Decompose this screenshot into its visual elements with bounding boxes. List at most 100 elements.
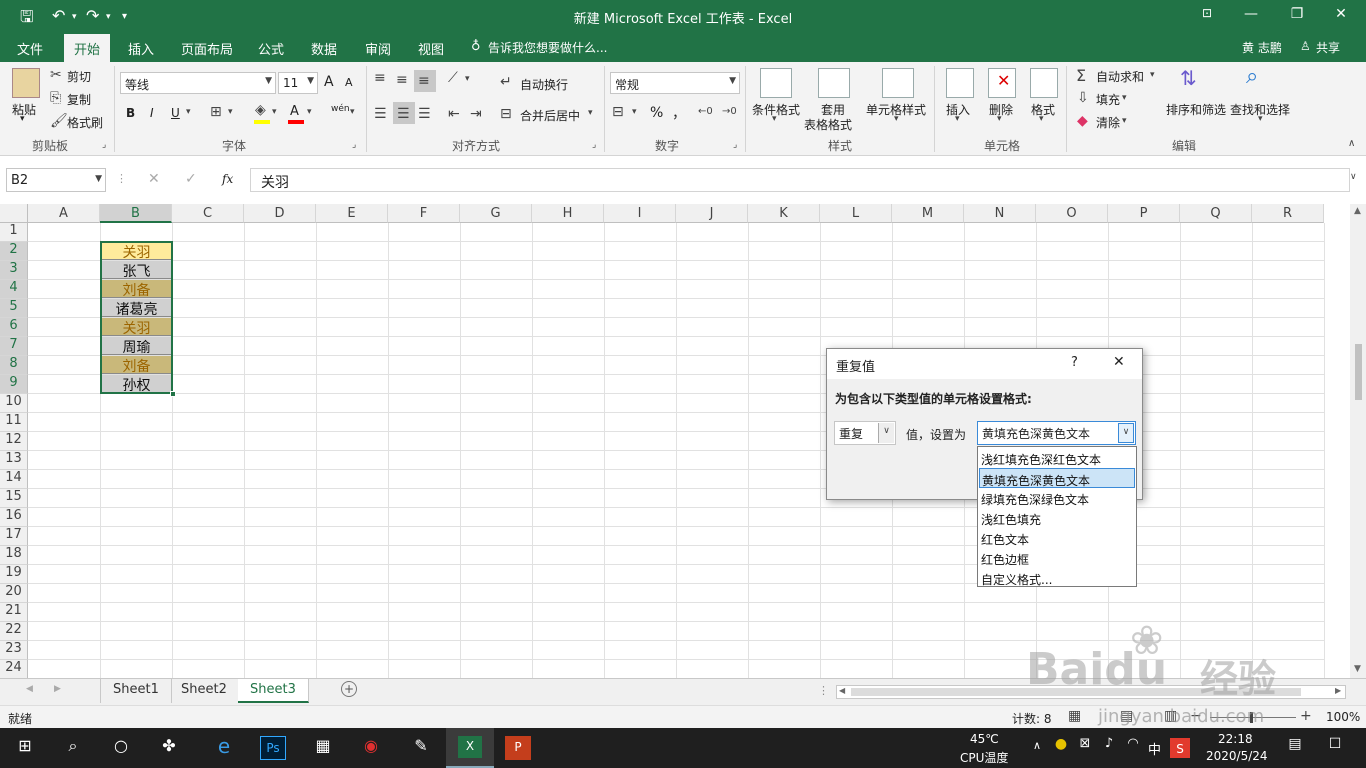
chevron-down-icon[interactable]: ▾ xyxy=(1258,114,1263,124)
chevron-down-icon[interactable]: ▾ xyxy=(1039,114,1044,124)
increase-indent-icon[interactable]: ⇥ xyxy=(470,106,482,122)
column-header-n[interactable]: N xyxy=(964,204,1036,223)
row-header-17[interactable]: 17 xyxy=(0,527,28,546)
cell-b5[interactable]: 诸葛亮 xyxy=(101,299,172,318)
delete-cells-icon[interactable]: ✕ xyxy=(988,68,1016,98)
align-left-icon[interactable]: ☰ xyxy=(374,106,387,122)
row-header-9[interactable]: 9 xyxy=(0,375,28,394)
tab-formulas[interactable]: 公式 xyxy=(258,39,284,58)
borders-icon[interactable]: ⊞ xyxy=(210,104,222,120)
duplicate-type-select[interactable]: 重复 ∨ xyxy=(834,421,896,445)
format-style-select[interactable]: 黄填充色深黄色文本 ∨ xyxy=(977,421,1136,445)
fan-app-icon[interactable]: ✤ xyxy=(156,736,182,760)
chevron-down-icon[interactable]: ▾ xyxy=(955,114,960,124)
close-window-button[interactable]: ✕ xyxy=(1326,6,1356,22)
underline-button[interactable]: U xyxy=(171,106,180,120)
chevron-down-icon[interactable]: ▾ xyxy=(588,108,593,118)
row-header-19[interactable]: 19 xyxy=(0,565,28,584)
row-header-3[interactable]: 3 xyxy=(0,261,28,280)
number-format-combo[interactable]: 常规 ▼ xyxy=(610,72,740,94)
row-header-24[interactable]: 24 xyxy=(0,660,28,679)
cpu-temp-label[interactable]: CPU温度 xyxy=(960,749,1008,766)
paint-app-icon[interactable]: ✎ xyxy=(408,736,434,760)
chevron-down-icon[interactable]: ▾ xyxy=(186,107,191,117)
chevron-down-icon[interactable]: ▾ xyxy=(465,74,470,84)
tray-network-app-icon[interactable]: ⊠ xyxy=(1072,736,1098,760)
zoom-level[interactable]: 100% xyxy=(1326,710,1360,724)
ime-indicator[interactable]: 中 xyxy=(1148,739,1161,758)
calculator-icon[interactable]: ▦ xyxy=(310,736,336,760)
vertical-scrollbar[interactable]: ▲ ▼ xyxy=(1350,204,1366,678)
number-launcher-icon[interactable]: ⌟ xyxy=(733,140,737,150)
align-right-icon[interactable]: ☰ xyxy=(418,106,431,122)
cell-b6[interactable]: 关羽 xyxy=(101,318,172,337)
column-header-h[interactable]: H xyxy=(532,204,604,223)
paste-icon[interactable] xyxy=(12,68,40,98)
insert-function-button[interactable]: fx xyxy=(222,172,233,186)
weather-temp[interactable]: 45℃ xyxy=(970,732,999,746)
row-header-12[interactable]: 12 xyxy=(0,432,28,451)
comma-button[interactable]: ， xyxy=(672,103,686,123)
row-header-7[interactable]: 7 xyxy=(0,337,28,356)
user-name[interactable]: 黄 志鹏 xyxy=(1242,39,1282,56)
dropdown-option[interactable]: 浅红色填充 xyxy=(979,508,1135,528)
chevron-down-icon[interactable]: ▾ xyxy=(272,107,277,117)
wifi-icon[interactable]: ◠ xyxy=(1120,736,1146,760)
dropdown-option-selected[interactable]: 黄填充色深黄色文本 xyxy=(979,468,1135,488)
row-header-21[interactable]: 21 xyxy=(0,603,28,622)
italic-button[interactable]: I xyxy=(150,106,154,120)
column-header-e[interactable]: E xyxy=(316,204,388,223)
row-header-18[interactable]: 18 xyxy=(0,546,28,565)
tab-home[interactable]: 开始 xyxy=(64,34,111,62)
column-header-q[interactable]: Q xyxy=(1180,204,1252,223)
wrap-text-button[interactable]: 自动换行 xyxy=(520,76,568,93)
cell-b8[interactable]: 刘备 xyxy=(101,356,172,375)
cell-b4[interactable]: 刘备 xyxy=(101,280,172,299)
clipboard-launcher-icon[interactable]: ⌟ xyxy=(102,140,106,150)
copy-button[interactable]: 复制 xyxy=(67,91,91,108)
new-sheet-icon[interactable]: + xyxy=(341,681,357,697)
column-header-p[interactable]: P xyxy=(1108,204,1180,223)
edge-browser-icon[interactable]: e xyxy=(211,734,237,758)
format-as-table-button-2[interactable]: 表格格式 xyxy=(804,116,852,133)
clock-time[interactable]: 22:18 xyxy=(1218,732,1253,746)
ribbon-display-icon[interactable]: ⊡ xyxy=(1192,6,1222,20)
maximize-button[interactable]: ❐ xyxy=(1282,6,1312,22)
minimize-button[interactable]: — xyxy=(1236,6,1266,22)
row-header-15[interactable]: 15 xyxy=(0,489,28,508)
chevron-down-icon[interactable]: ▾ xyxy=(632,107,637,117)
cell-b2[interactable]: 关羽 xyxy=(101,242,172,261)
tab-file[interactable]: 文件 xyxy=(17,39,43,58)
orientation-icon[interactable]: ⟋ xyxy=(448,70,458,86)
fill-button[interactable]: 填充 xyxy=(1096,91,1120,108)
fill-handle[interactable] xyxy=(170,391,176,397)
prev-sheet-icon[interactable]: ◀ xyxy=(26,684,33,694)
powerpoint-icon[interactable]: P xyxy=(505,736,531,760)
row-header-11[interactable]: 11 xyxy=(0,413,28,432)
merge-center-button[interactable]: 合并后居中 xyxy=(520,107,580,124)
column-header-l[interactable]: L xyxy=(820,204,892,223)
row-header-22[interactable]: 22 xyxy=(0,622,28,641)
dropdown-option[interactable]: 自定义格式... xyxy=(979,568,1135,588)
scroll-up-icon[interactable]: ▲ xyxy=(1354,206,1361,216)
conditional-format-icon[interactable] xyxy=(760,68,792,98)
row-header-4[interactable]: 4 xyxy=(0,280,28,299)
bold-button[interactable]: B xyxy=(126,106,135,120)
row-header-23[interactable]: 23 xyxy=(0,641,28,660)
next-sheet-icon[interactable]: ▶ xyxy=(54,684,61,694)
tab-view[interactable]: 视图 xyxy=(418,39,444,58)
column-header-f[interactable]: F xyxy=(388,204,460,223)
tray-app-icon[interactable]: ● xyxy=(1048,736,1074,760)
enter-icon[interactable]: ✓ xyxy=(185,171,197,187)
clock-date[interactable]: 2020/5/24 xyxy=(1206,749,1268,763)
dropdown-option[interactable]: 红色文本 xyxy=(979,528,1135,548)
chevron-down-icon[interactable]: ▾ xyxy=(1122,116,1127,126)
tab-splitter-icon[interactable]: ⋮ xyxy=(818,684,829,697)
windows-start-icon[interactable]: ⊞ xyxy=(12,736,38,760)
shrink-font-button[interactable]: A xyxy=(345,76,353,89)
cell-b7[interactable]: 周瑜 xyxy=(101,337,172,356)
chevron-down-icon[interactable]: ▾ xyxy=(1122,93,1127,103)
column-header-o[interactable]: O xyxy=(1036,204,1108,223)
autosum-button[interactable]: 自动求和 xyxy=(1096,68,1144,85)
scroll-right-icon[interactable]: ▶ xyxy=(1335,686,1341,695)
